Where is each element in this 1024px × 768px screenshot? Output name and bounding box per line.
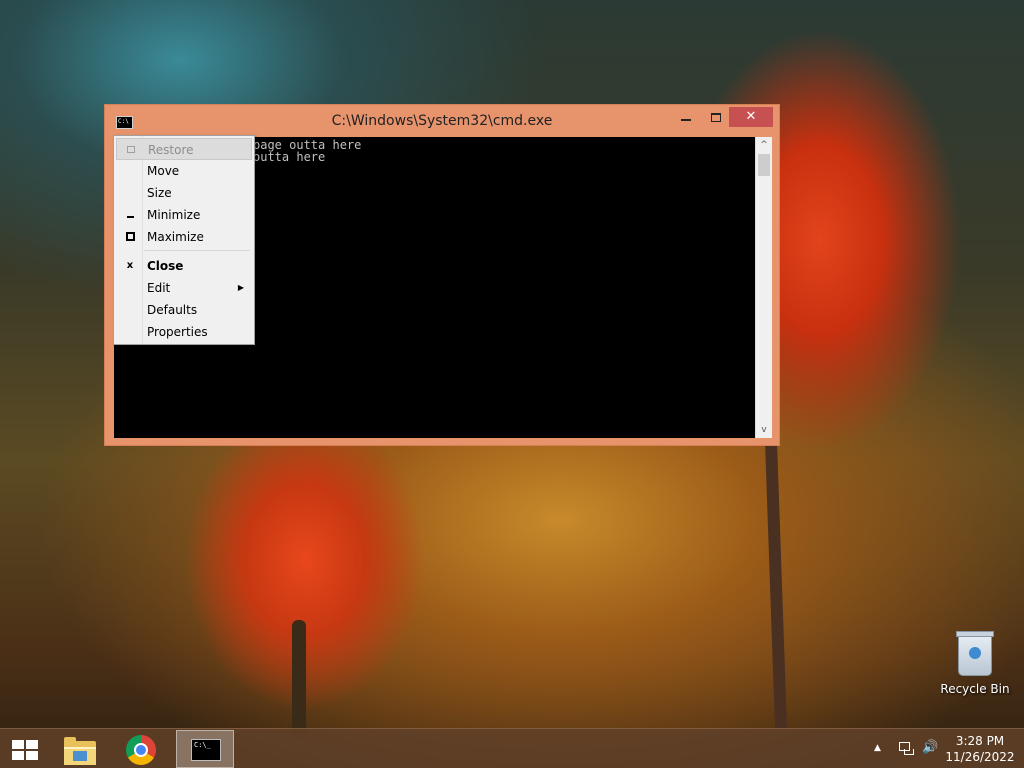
menu-separator [144, 250, 250, 251]
scroll-down-arrow-icon[interactable]: v [756, 422, 772, 438]
menu-item-label: Minimize [147, 208, 201, 222]
show-hidden-icons-icon[interactable]: ▲ [874, 743, 881, 753]
taskbar: C:\_ ▲ 🔊 3:28 PM 11/26/2022 [0, 728, 1024, 768]
desktop: C:\ C:\Windows\System32\cmd.exe ✕ page o… [0, 0, 1024, 768]
menu-item-close[interactable]: x Close [116, 255, 252, 277]
network-icon[interactable] [898, 741, 914, 755]
console-line: outta here [253, 150, 326, 164]
menu-item-label: Close [147, 259, 184, 273]
scroll-up-arrow-icon[interactable]: ^ [756, 137, 772, 153]
submenu-arrow-icon: ▶ [237, 283, 244, 292]
menu-item-label: Properties [147, 325, 208, 339]
maximize-icon [124, 226, 136, 250]
clock-date: 11/26/2022 [945, 750, 1015, 764]
menu-item-label: Edit [147, 281, 171, 295]
cmd-taskbar-button[interactable]: C:\_ [176, 730, 234, 768]
title-bar[interactable]: C:\ C:\Windows\System32\cmd.exe ✕ [105, 105, 779, 137]
minimize-icon [124, 204, 136, 227]
vertical-scrollbar[interactable]: ^ v [755, 137, 772, 438]
clock[interactable]: 3:28 PM 11/26/2022 [944, 733, 1016, 765]
cmd-icon: C:\_ [191, 739, 221, 761]
menu-item-restore[interactable]: Restore [116, 138, 252, 160]
menu-item-label: Move [147, 164, 180, 178]
wallpaper-stem [292, 620, 306, 740]
chrome-taskbar-icon[interactable] [126, 735, 158, 767]
minimize-button[interactable] [673, 109, 699, 129]
menu-item-label: Defaults [147, 303, 198, 317]
menu-item-defaults[interactable]: Defaults [116, 299, 252, 321]
close-icon: x [126, 260, 134, 271]
menu-item-maximize[interactable]: Maximize [116, 226, 252, 248]
menu-item-label: Restore [148, 143, 194, 157]
menu-item-edit[interactable]: Edit ▶ [116, 277, 252, 299]
menu-item-move[interactable]: Move [116, 160, 252, 182]
system-menu: Restore Move Size Minimize Maximize x Cl… [113, 135, 255, 345]
file-explorer-taskbar-icon[interactable] [62, 735, 98, 765]
menu-item-label: Maximize [147, 230, 204, 244]
volume-icon[interactable]: 🔊 [922, 740, 938, 755]
start-button-windows-icon[interactable] [12, 740, 38, 760]
scroll-thumb[interactable] [758, 154, 770, 176]
maximize-button[interactable] [703, 109, 729, 129]
restore-icon [125, 139, 137, 162]
recycle-bin-shortcut[interactable]: Recycle Bin [938, 630, 1012, 700]
recycle-bin-icon [956, 631, 994, 676]
menu-item-properties[interactable]: Properties [116, 321, 252, 343]
menu-item-minimize[interactable]: Minimize [116, 204, 252, 226]
wallpaper-stem [764, 429, 788, 741]
menu-item-label: Size [147, 186, 172, 200]
menu-item-size[interactable]: Size [116, 182, 252, 204]
close-button[interactable]: ✕ [729, 107, 773, 127]
recycle-bin-label: Recycle Bin [940, 682, 1010, 696]
clock-time: 3:28 PM [955, 734, 1005, 748]
